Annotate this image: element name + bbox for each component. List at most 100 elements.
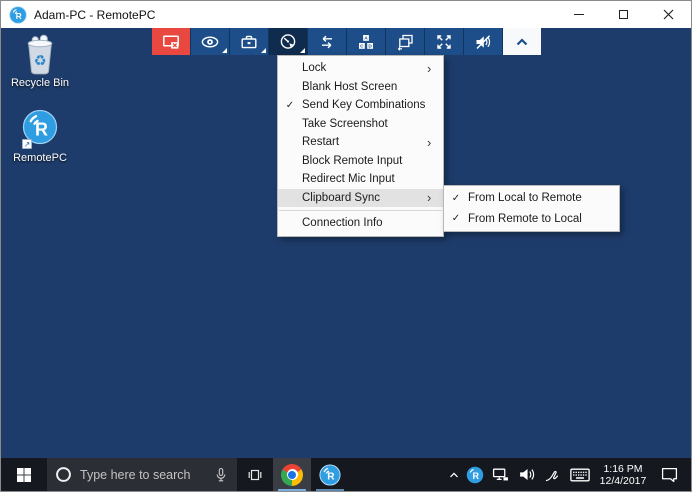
submenu-item-label: From Remote to Local (468, 213, 619, 225)
task-view-button[interactable] (237, 458, 273, 491)
actions-dropdown-menu: Lock › Blank Host Screen ✓ Send Key Comb… (277, 55, 444, 237)
start-button[interactable] (1, 458, 47, 491)
tray-windows-ink-button[interactable] (539, 458, 565, 491)
menu-item-restart[interactable]: Restart › (278, 133, 443, 152)
submenu-arrow-icon: › (427, 136, 443, 149)
menu-item-label: Send Key Combinations (302, 99, 427, 111)
submenu-arrow-icon: › (427, 191, 443, 204)
transfer-arrows-icon (317, 32, 337, 52)
pen-icon (544, 467, 560, 483)
chrome-icon (281, 464, 303, 486)
check-icon: ✓ (278, 100, 302, 111)
menu-item-label: Lock (302, 62, 427, 74)
clock-date: 12/4/2017 (600, 475, 647, 487)
minimize-button[interactable] (556, 1, 601, 28)
microphone-icon[interactable] (213, 467, 229, 483)
menu-item-block-remote-input[interactable]: Block Remote Input (278, 152, 443, 171)
task-view-icon (247, 467, 263, 483)
svg-text:R: R (35, 119, 48, 139)
desktop-icon-label: RemotePC (8, 152, 72, 164)
tray-overflow-button[interactable] (445, 458, 463, 491)
remotepc-logo-icon: R (9, 6, 27, 24)
maximize-button[interactable] (601, 1, 646, 28)
speaker-icon (518, 466, 535, 483)
actions-menu-button[interactable] (269, 28, 307, 55)
submenu-item-label: From Local to Remote (468, 192, 619, 204)
desktop-icon-remotepc[interactable]: R ↗ RemotePC (8, 109, 72, 164)
svg-text:C: C (360, 43, 364, 49)
check-icon: ✓ (444, 213, 468, 224)
menu-item-label: Block Remote Input (302, 155, 427, 167)
submenu-item-from-remote-to-local[interactable]: ✓ From Remote to Local (444, 209, 619, 230)
keyboard-icon (570, 468, 590, 482)
speaker-muted-icon (473, 32, 493, 52)
fullscreen-button[interactable] (425, 28, 463, 55)
menu-item-label: Redirect Mic Input (302, 173, 427, 185)
search-input[interactable] (80, 468, 205, 482)
tray-volume-button[interactable] (513, 458, 539, 491)
utilities-button[interactable] (230, 28, 268, 55)
taskbar-app-remotepc[interactable]: R (311, 458, 349, 491)
close-button[interactable] (646, 1, 691, 28)
remote-desktop-wallpaper: ♻ Recycle Bin R ↗ RemotePC (1, 28, 691, 458)
svg-text:R: R (473, 471, 480, 481)
minimize-icon (574, 14, 584, 15)
menu-item-label: Blank Host Screen (302, 81, 427, 93)
cascade-windows-icon (395, 32, 415, 52)
clock-time: 1:16 PM (600, 463, 647, 475)
submenu-arrow-icon: › (427, 62, 443, 75)
menu-item-redirect-mic-input[interactable]: Redirect Mic Input (278, 170, 443, 189)
menu-item-connection-info[interactable]: Connection Info (278, 214, 443, 233)
shortcut-arrow-icon: ↗ (22, 139, 32, 149)
system-tray: R (445, 458, 691, 491)
session-toolbar: A C D (152, 28, 541, 55)
svg-text:♻: ♻ (34, 53, 47, 69)
file-transfer-button[interactable] (308, 28, 346, 55)
collapse-toolbar-button[interactable] (503, 28, 541, 55)
chevron-up-icon (512, 32, 532, 52)
tray-network-button[interactable] (487, 458, 513, 491)
key-blocks-icon: A C D (356, 32, 376, 52)
clipboard-sync-submenu: ✓ From Local to Remote ✓ From Remote to … (443, 185, 620, 232)
tray-touch-keyboard-button[interactable] (565, 458, 595, 491)
menu-item-lock[interactable]: Lock › (278, 59, 443, 78)
svg-text:R: R (16, 11, 22, 20)
menu-item-label: Take Screenshot (302, 118, 427, 130)
taskbar-search-box[interactable] (47, 458, 237, 491)
check-icon: ✓ (444, 193, 468, 204)
eye-icon (200, 32, 220, 52)
view-options-button[interactable] (191, 28, 229, 55)
recycle-bin-icon: ♻ (21, 33, 59, 75)
switch-screen-button[interactable] (386, 28, 424, 55)
svg-text:R: R (327, 471, 335, 482)
network-icon (492, 466, 509, 483)
disconnect-monitor-icon (161, 32, 181, 52)
menu-item-blank-host-screen[interactable]: Blank Host Screen (278, 78, 443, 97)
hotkeys-button[interactable]: A C D (347, 28, 385, 55)
remotepc-tray-icon: R (466, 466, 484, 484)
maximize-icon (619, 10, 628, 19)
submenu-item-from-local-to-remote[interactable]: ✓ From Local to Remote (444, 188, 619, 209)
taskbar: R R (1, 458, 691, 491)
menu-item-clipboard-sync[interactable]: Clipboard Sync › (278, 189, 443, 208)
cortana-icon (55, 466, 72, 483)
close-icon (663, 9, 674, 20)
menu-separator (279, 210, 442, 211)
desktop-icon-recycle-bin[interactable]: ♻ Recycle Bin (8, 33, 72, 89)
running-app-indicator (278, 489, 306, 491)
remotepc-taskbar-icon: R (319, 464, 341, 486)
disconnect-button[interactable] (152, 28, 190, 55)
taskbar-app-chrome[interactable] (273, 458, 311, 491)
menu-item-label: Connection Info (302, 217, 427, 229)
audio-mute-button[interactable] (464, 28, 502, 55)
tray-clock[interactable]: 1:16 PM 12/4/2017 (595, 458, 651, 491)
menu-item-take-screenshot[interactable]: Take Screenshot (278, 115, 443, 134)
tray-remotepc-button[interactable]: R (463, 458, 487, 491)
action-center-icon (661, 466, 678, 483)
chevron-up-icon (447, 468, 461, 482)
windows-logo-icon (16, 467, 32, 483)
menu-item-send-key-combinations[interactable]: ✓ Send Key Combinations (278, 96, 443, 115)
action-center-button[interactable] (651, 458, 687, 491)
menu-item-label: Clipboard Sync (302, 192, 427, 204)
remote-session-window: R Adam-PC - RemotePC ♻ Recycle Bin (0, 0, 692, 492)
